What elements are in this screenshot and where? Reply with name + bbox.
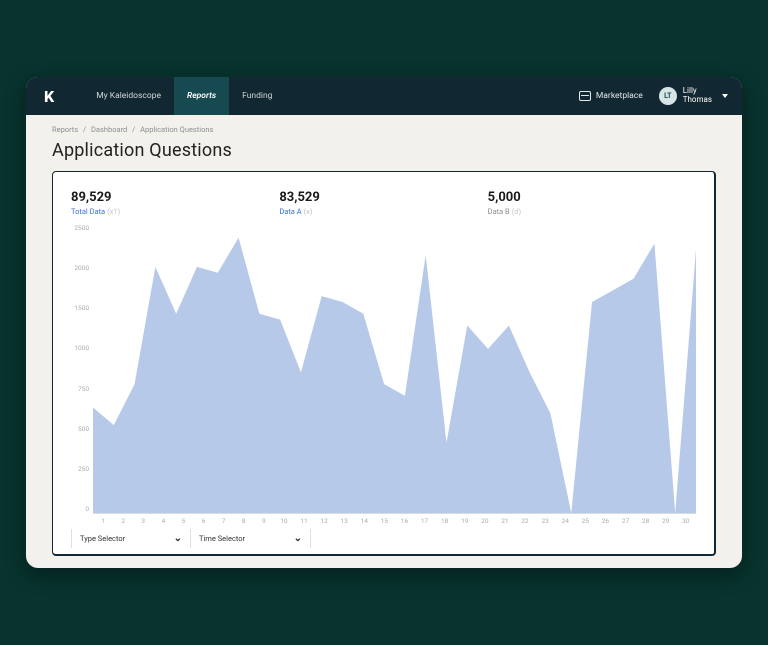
x-tick: 8 <box>234 517 254 527</box>
y-tick: 0 <box>71 505 89 513</box>
stat-value: 89,529 <box>71 190 279 205</box>
plot-area <box>93 220 696 513</box>
x-tick: 5 <box>173 517 193 527</box>
stat-data-a: 83,529 Data A(x) <box>279 190 487 216</box>
content: Reports / Dashboard / Application Questi… <box>26 115 742 568</box>
x-tick: 9 <box>254 517 274 527</box>
marketplace-label: Marketplace <box>596 91 643 101</box>
x-tick: 30 <box>676 517 696 527</box>
user-name: Lilly Thomas <box>683 87 712 105</box>
stat-data-b: 5,000 Data B(d) <box>488 190 696 216</box>
logo: K <box>44 87 53 106</box>
stat-value: 5,000 <box>488 190 696 205</box>
nav-tabs: My Kaleidoscope Reports Funding <box>83 77 285 115</box>
x-tick: 13 <box>334 517 354 527</box>
x-tick: 3 <box>133 517 153 527</box>
x-tick: 22 <box>515 517 535 527</box>
x-tick: 23 <box>535 517 555 527</box>
x-tick: 19 <box>455 517 475 527</box>
x-tick: 29 <box>656 517 676 527</box>
chevron-down-icon: ⌄ <box>294 533 302 544</box>
nav-tab-my-kaleidoscope[interactable]: My Kaleidoscope <box>83 77 174 115</box>
x-tick: 28 <box>636 517 656 527</box>
y-tick: 750 <box>71 385 89 393</box>
user-menu[interactable]: LT Lilly Thomas <box>659 87 728 105</box>
x-tick: 20 <box>475 517 495 527</box>
breadcrumb-item[interactable]: Dashboard <box>91 125 127 134</box>
time-selector[interactable]: Time Selector ⌄ <box>191 529 311 548</box>
x-tick: 25 <box>575 517 595 527</box>
breadcrumb: Reports / Dashboard / Application Questi… <box>52 125 716 134</box>
chevron-down-icon: ⌄ <box>174 533 182 544</box>
stat-total-data: 89,529 Total Data(x1) <box>71 190 279 216</box>
x-tick: 16 <box>394 517 414 527</box>
x-tick: 2 <box>113 517 133 527</box>
nav-tab-reports[interactable]: Reports <box>174 77 229 115</box>
x-tick: 6 <box>193 517 213 527</box>
breadcrumb-item[interactable]: Reports <box>52 125 78 134</box>
x-tick: 4 <box>153 517 173 527</box>
top-nav: K My Kaleidoscope Reports Funding Market… <box>26 77 742 115</box>
breadcrumb-item: Application Questions <box>140 125 213 134</box>
x-tick: 15 <box>374 517 394 527</box>
x-tick: 12 <box>314 517 334 527</box>
stat-label[interactable]: Data A(x) <box>279 207 487 216</box>
x-tick: 11 <box>294 517 314 527</box>
chevron-down-icon <box>722 94 728 98</box>
y-tick: 2000 <box>71 264 89 272</box>
x-tick: 21 <box>495 517 515 527</box>
plot: 1234567891011121314151617181920212223242… <box>93 220 696 527</box>
area-chart-svg <box>93 220 696 513</box>
chart-card: 89,529 Total Data(x1) 83,529 Data A(x) 5… <box>52 171 716 556</box>
y-axis: 25002000150010007505002500 <box>71 220 93 527</box>
y-tick: 1000 <box>71 344 89 352</box>
stat-label: Data B(d) <box>488 207 696 216</box>
stats-row: 89,529 Total Data(x1) 83,529 Data A(x) 5… <box>71 190 696 216</box>
x-tick: 14 <box>354 517 374 527</box>
nav-tab-funding[interactable]: Funding <box>229 77 285 115</box>
page-title: Application Questions <box>52 140 716 161</box>
y-tick: 500 <box>71 425 89 433</box>
x-axis: 1234567891011121314151617181920212223242… <box>93 513 696 527</box>
marketplace-icon <box>579 91 591 101</box>
marketplace-link[interactable]: Marketplace <box>579 91 643 101</box>
avatar: LT <box>659 87 677 105</box>
x-tick: 18 <box>435 517 455 527</box>
y-tick: 1500 <box>71 304 89 312</box>
x-tick: 24 <box>555 517 575 527</box>
x-tick: 27 <box>615 517 635 527</box>
y-tick: 2500 <box>71 224 89 232</box>
app-window: K My Kaleidoscope Reports Funding Market… <box>26 77 742 568</box>
x-tick: 1 <box>93 517 113 527</box>
x-tick: 7 <box>214 517 234 527</box>
chart: 25002000150010007505002500 1234567891011… <box>71 220 696 527</box>
y-tick: 250 <box>71 465 89 473</box>
x-tick: 26 <box>595 517 615 527</box>
x-tick: 17 <box>415 517 435 527</box>
selectors-row: Type Selector ⌄ Time Selector ⌄ <box>71 529 696 548</box>
x-tick: 10 <box>274 517 294 527</box>
stat-value: 83,529 <box>279 190 487 205</box>
stat-label[interactable]: Total Data(x1) <box>71 207 279 216</box>
type-selector[interactable]: Type Selector ⌄ <box>71 529 191 548</box>
